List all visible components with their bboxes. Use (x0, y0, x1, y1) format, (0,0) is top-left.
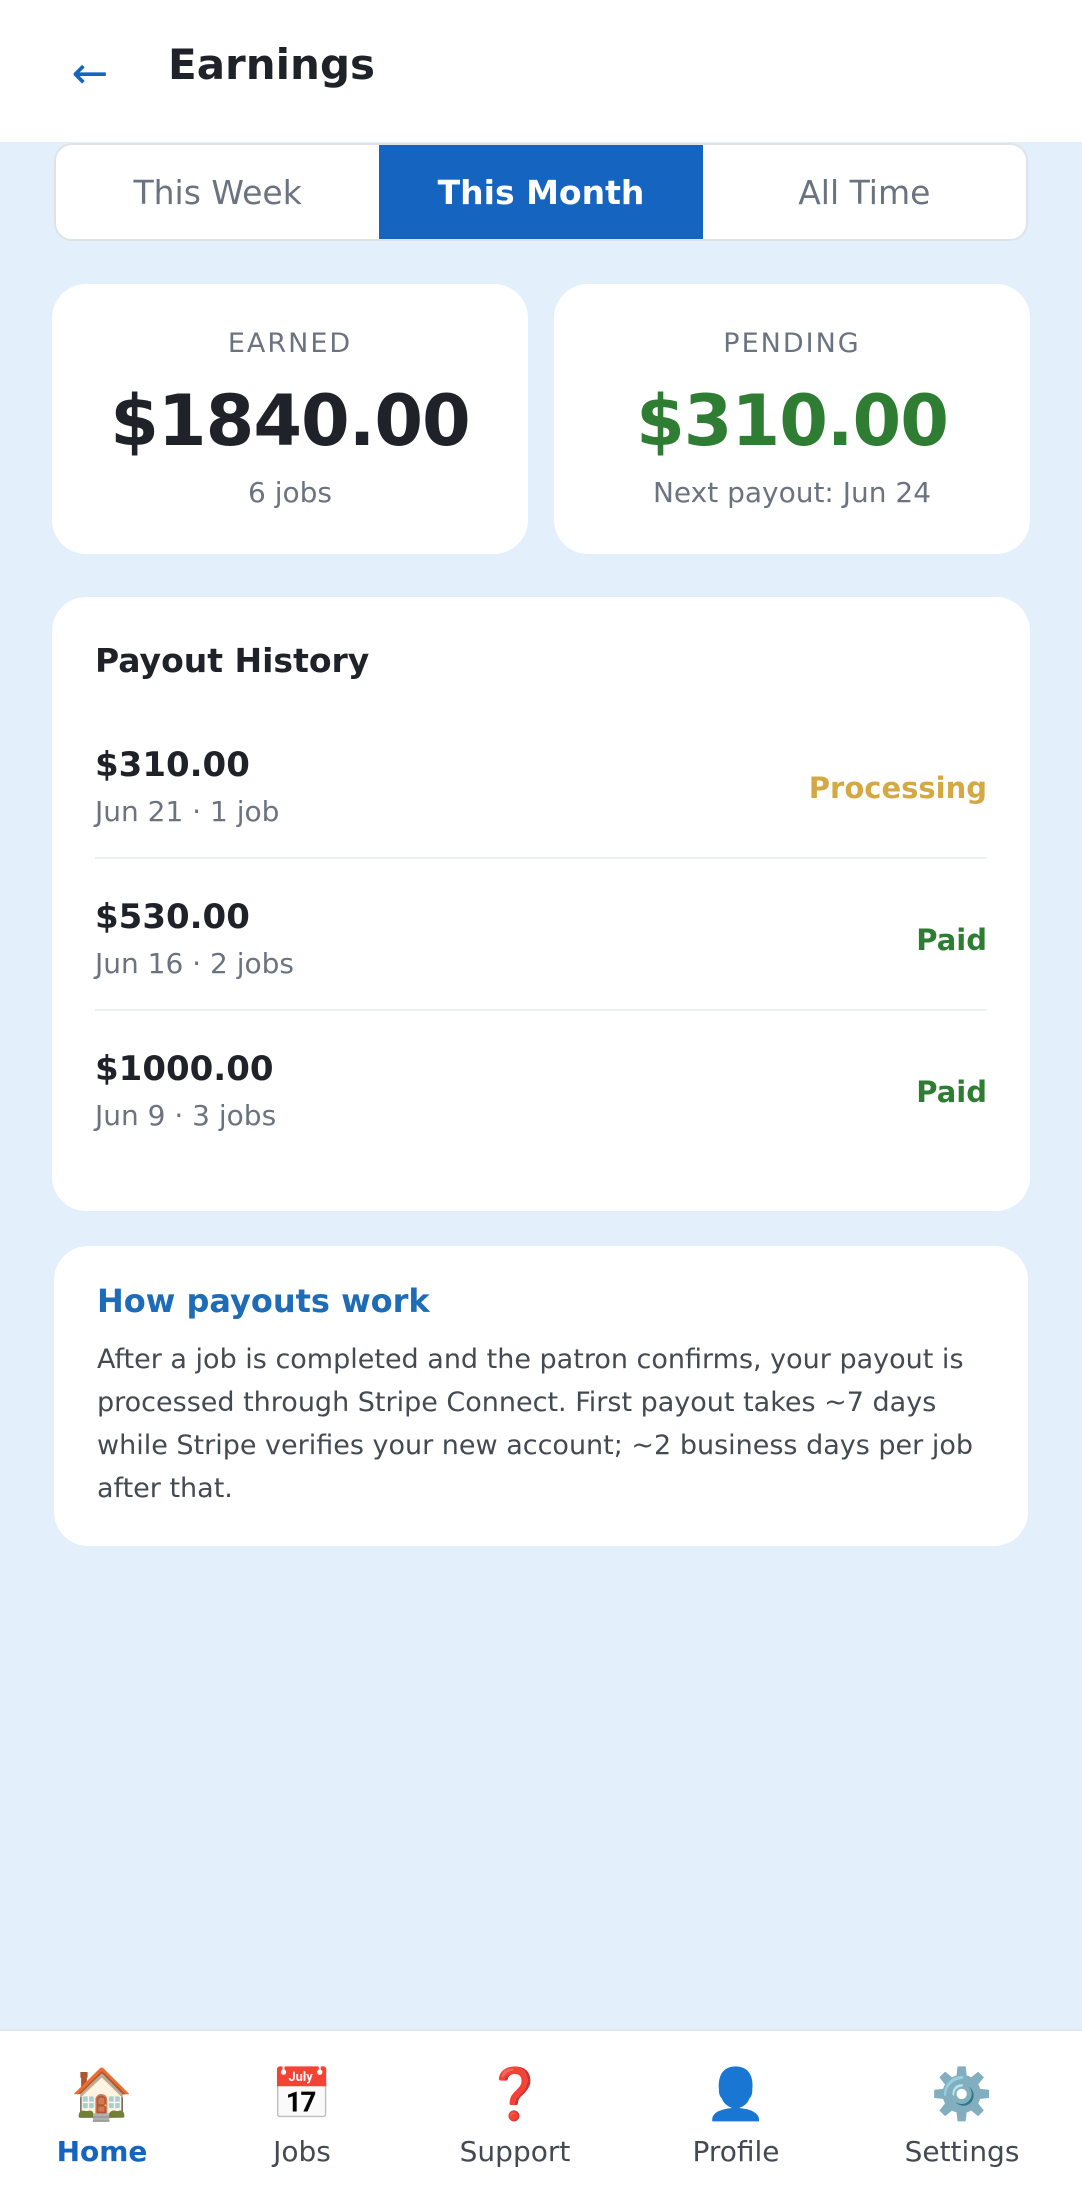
payout-amount: $310.00 (95, 745, 250, 785)
back-arrow-icon[interactable]: ← (60, 44, 120, 104)
app-header: ← Earnings (0, 0, 1082, 142)
payout-row[interactable]: $530.00 Jun 16 · 2 jobs Paid (95, 859, 987, 1011)
period-tabs: This Week This Month All Time (54, 143, 1028, 241)
earned-card: EARNED $1840.00 6 jobs (52, 284, 528, 554)
next-payout-date: Next payout: Jun 24 (652, 476, 932, 509)
payout-amount: $1000.00 (95, 1049, 274, 1089)
nav-label: Jobs (273, 2135, 331, 2168)
payout-status: Paid (916, 923, 987, 957)
payout-row[interactable]: $1000.00 Jun 9 · 3 jobs Paid (95, 1011, 987, 1163)
nav-profile[interactable]: 👤 Profile (636, 2031, 836, 2202)
tab-all-time[interactable]: All Time (703, 145, 1026, 239)
earnings-screen: ← Earnings This Week This Month All Time… (0, 0, 1082, 2202)
calendar-icon: 📅 (270, 2065, 334, 2123)
pending-card: PENDING $310.00 Next payout: Jun 24 (554, 284, 1030, 554)
tab-this-month[interactable]: This Month (379, 145, 703, 239)
earned-jobs-count: 6 jobs (248, 476, 332, 509)
nav-label: Home (56, 2135, 148, 2168)
nav-label: Settings (904, 2135, 1020, 2168)
payout-row[interactable]: $310.00 Jun 21 · 1 job Processing (95, 707, 987, 859)
nav-support[interactable]: ❓ Support (415, 2031, 615, 2202)
payout-meta: Jun 21 · 1 job (95, 795, 280, 828)
payout-status: Processing (808, 771, 987, 805)
payout-history-card: Payout History $310.00 Jun 21 · 1 job Pr… (52, 597, 1030, 1211)
bottom-nav: 🏠 Home 📅 Jobs ❓ Support 👤 Profile ⚙️ Set… (0, 2029, 1082, 2202)
tab-this-week[interactable]: This Week (56, 145, 379, 239)
home-icon: 🏠 (70, 2065, 134, 2123)
pending-value: $310.00 (636, 380, 949, 462)
earned-label: EARNED (227, 328, 353, 359)
nav-settings[interactable]: ⚙️ Settings (862, 2031, 1062, 2202)
pending-label: PENDING (723, 328, 861, 359)
info-body: After a job is completed and the patron … (97, 1344, 973, 1504)
nav-home[interactable]: 🏠 Home (2, 2031, 202, 2202)
page-title: Earnings (168, 40, 376, 89)
nav-label: Profile (692, 2135, 780, 2168)
payout-status: Paid (916, 1075, 987, 1109)
question-icon: ❓ (483, 2065, 547, 2123)
payout-meta: Jun 16 · 2 jobs (95, 947, 294, 980)
payout-info-card: How payouts work After a job is complete… (54, 1246, 1028, 1546)
profile-icon: 👤 (704, 2065, 768, 2123)
info-title: How payouts work (97, 1282, 430, 1320)
payout-amount: $530.00 (95, 897, 250, 937)
payout-meta: Jun 9 · 3 jobs (95, 1099, 277, 1132)
gear-icon: ⚙️ (930, 2065, 994, 2123)
payout-history-title: Payout History (95, 641, 370, 680)
nav-label: Support (459, 2135, 571, 2168)
nav-jobs[interactable]: 📅 Jobs (202, 2031, 402, 2202)
earned-value: $1840.00 (110, 380, 471, 462)
